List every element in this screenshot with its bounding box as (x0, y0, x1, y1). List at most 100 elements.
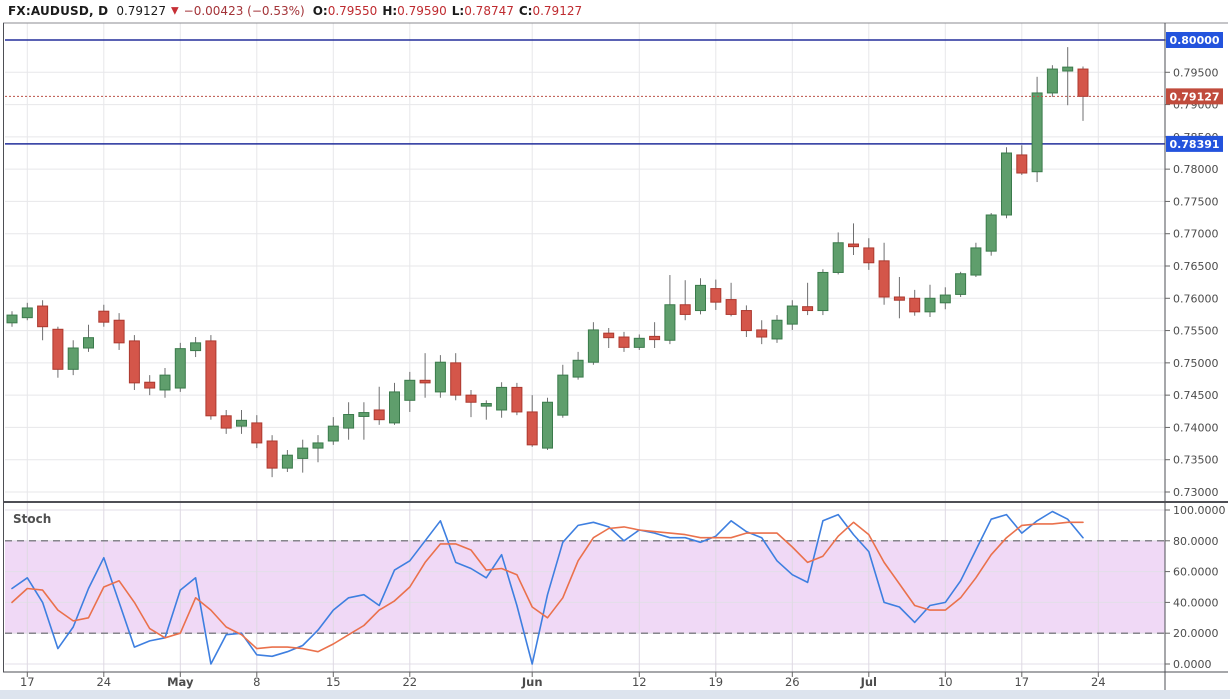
time-tick-label: 24 (96, 675, 111, 689)
time-tick-label: 10 (938, 675, 953, 689)
candle (481, 404, 491, 407)
candle (940, 295, 950, 303)
time-tick-label: Jun (521, 675, 543, 689)
candle (420, 380, 430, 383)
open-readout: O:0.79550 (313, 4, 378, 18)
low-label: L: (452, 4, 464, 18)
candle (604, 333, 614, 338)
candle (374, 410, 384, 420)
high-readout: H:0.79590 (382, 4, 446, 18)
symbol-name[interactable]: FX:AUDUSD, D (8, 4, 108, 18)
stoch-tick-label: 60.0000 (1173, 566, 1219, 579)
price-tick-label: 0.75500 (1173, 325, 1219, 338)
candle (818, 272, 828, 310)
candle (497, 387, 507, 410)
time-tick-label: 12 (632, 675, 647, 689)
candle (787, 306, 797, 324)
price-tick-label: 0.78000 (1173, 163, 1219, 176)
candle (344, 415, 354, 429)
candle (558, 375, 568, 415)
candle (68, 348, 78, 369)
candle (772, 320, 782, 339)
candle (803, 307, 813, 311)
candle (129, 341, 139, 383)
candle (1002, 153, 1012, 215)
stoch-tick-label: 80.0000 (1173, 535, 1219, 548)
candle (634, 338, 644, 347)
candle (298, 448, 308, 458)
price-tick-label: 0.74000 (1173, 421, 1219, 434)
badge-text: 0.78391 (1169, 138, 1219, 151)
close-value: 0.79127 (532, 4, 582, 18)
time-tick-label: 17 (1014, 675, 1029, 689)
high-value: 0.79590 (397, 4, 447, 18)
candle (313, 443, 323, 448)
candle (849, 244, 859, 247)
candle (145, 382, 155, 388)
high-label: H: (382, 4, 397, 18)
candle (451, 363, 461, 395)
candle (619, 337, 629, 347)
time-tick-label: 22 (402, 675, 417, 689)
candle (405, 380, 415, 400)
price-tick-label: 0.76000 (1173, 292, 1219, 305)
candle (726, 300, 736, 315)
candle (38, 306, 48, 327)
candle (1063, 67, 1073, 71)
candle (741, 311, 751, 331)
candle (267, 441, 277, 468)
price-change: −0.00423 (−0.53%) (184, 4, 305, 18)
close-readout: C:0.79127 (519, 4, 582, 18)
stoch-panel[interactable]: Stoch (5, 503, 1165, 672)
price-tick-label: 0.77000 (1173, 228, 1219, 241)
stoch-tick-label: 20.0000 (1173, 627, 1219, 640)
candle (573, 360, 583, 377)
symbol-header: FX:AUDUSD, D0.79127▼−0.00423 (−0.53%)O:0… (8, 2, 582, 19)
price-tick-label: 0.74500 (1173, 389, 1219, 402)
candle (435, 362, 445, 392)
stoch-tick-label: 40.0000 (1173, 596, 1219, 609)
candle (665, 305, 675, 341)
price-tick-label: 0.79500 (1173, 66, 1219, 79)
candle (390, 392, 400, 423)
candle (757, 330, 767, 337)
candle (160, 375, 170, 390)
candle (879, 261, 889, 297)
price-tick-label: 0.76500 (1173, 260, 1219, 273)
main-panel[interactable] (5, 40, 1165, 477)
candle (328, 426, 338, 441)
candle (53, 329, 63, 369)
candle (99, 311, 109, 322)
candle (925, 298, 935, 312)
candle (84, 338, 94, 348)
candle (543, 402, 553, 448)
candle (252, 423, 262, 443)
time-tick-label: 15 (326, 675, 341, 689)
time-tick-label: 19 (708, 675, 723, 689)
candle (864, 248, 874, 263)
low-value: 0.78747 (464, 4, 514, 18)
level-price-badge: 0.80000 (1166, 32, 1223, 48)
price-axis[interactable]: 0.800000.795000.790000.785000.780000.775… (1165, 32, 1226, 671)
badge-text: 0.79127 (1169, 90, 1219, 103)
time-axis[interactable]: 1724May81522Jun121926Jul101724 (20, 672, 1106, 689)
stoch-tick-label: 100.0000 (1173, 504, 1226, 517)
grid-layer (5, 23, 1165, 501)
candle (711, 289, 721, 303)
stoch-title: Stoch (13, 512, 51, 526)
candle (910, 298, 920, 312)
time-tick-label: Jul (860, 675, 877, 689)
time-tick-label: 24 (1091, 675, 1106, 689)
price-tick-label: 0.73500 (1173, 454, 1219, 467)
candle (175, 349, 185, 388)
candle (237, 420, 247, 426)
candle (1047, 69, 1057, 93)
candles-layer (7, 47, 1088, 477)
candle (191, 343, 201, 351)
candlestick-chart[interactable]: Stoch0.800000.795000.790000.785000.78000… (0, 0, 1230, 699)
candle (512, 387, 522, 412)
candle (1017, 155, 1027, 173)
candle (221, 416, 231, 428)
candle (359, 413, 369, 417)
candle (956, 274, 966, 295)
